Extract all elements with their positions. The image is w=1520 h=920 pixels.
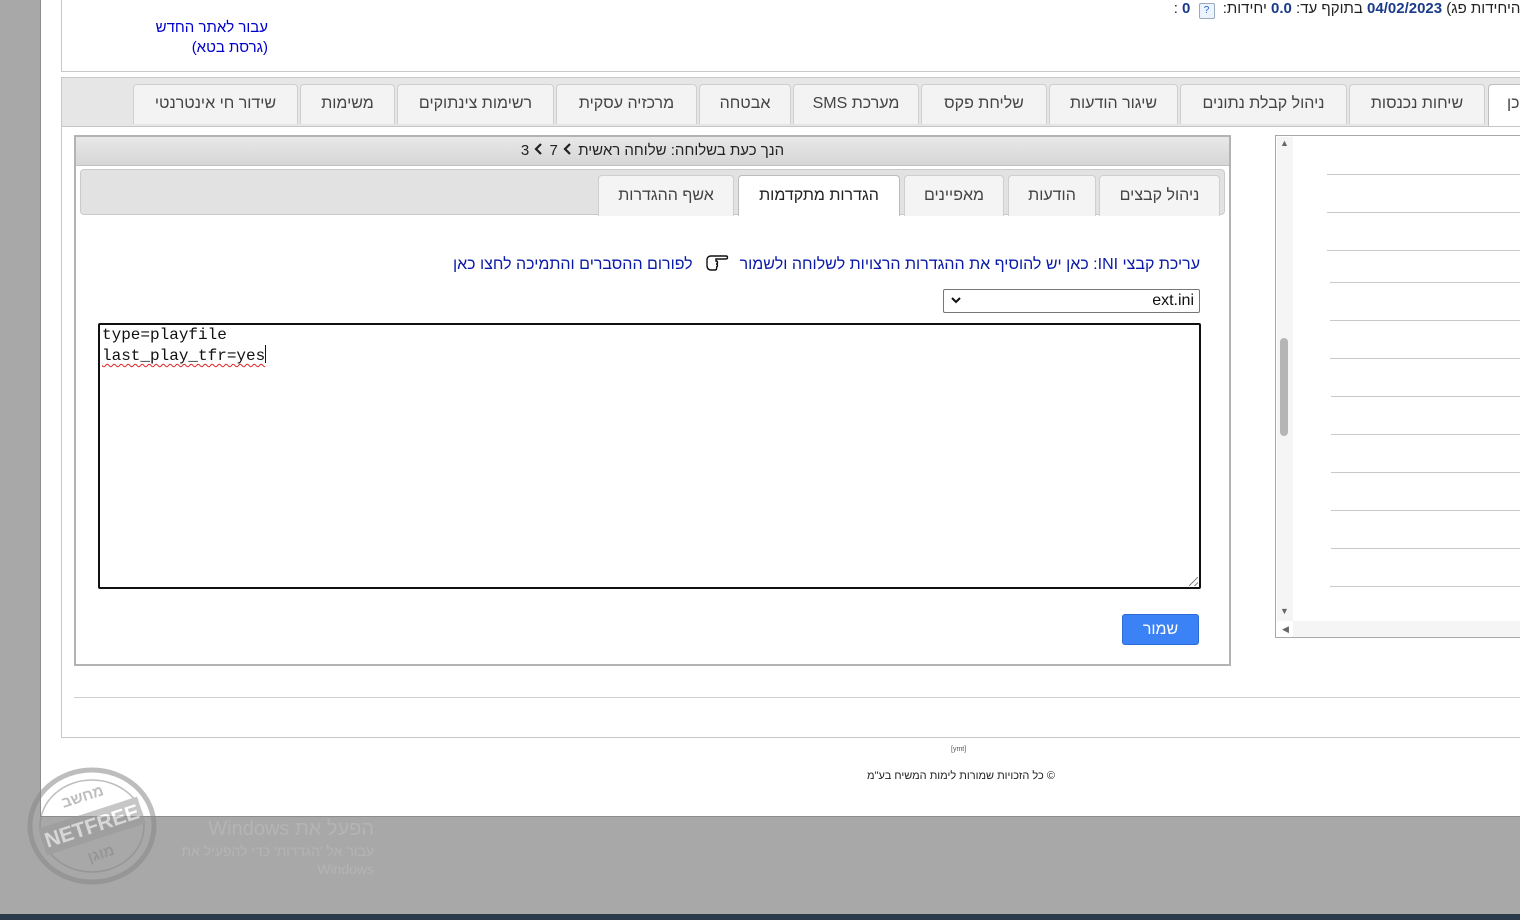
- tab-business-pbx[interactable]: מרכזיה עסקית: [556, 84, 697, 124]
- breadcrumb-part[interactable]: 7: [550, 142, 558, 159]
- question-icon[interactable]: ?: [1198, 3, 1215, 19]
- breadcrumb-part[interactable]: 3: [521, 142, 529, 159]
- extension-panel: הנך כעת בשלוחה: שלוחה ראשית 7 3 אשף ההגד…: [74, 135, 1231, 666]
- tree-row-divider: [1330, 320, 1520, 321]
- ini-line-1: type=playfile: [102, 326, 227, 344]
- ini-line-2-text: last_play_tfr=yes: [102, 347, 266, 365]
- extension-tree-frame[interactable]: ▲ ▼ ◀: [1275, 135, 1520, 638]
- chevron-right-icon: [533, 137, 545, 165]
- balance-value: 0: [1182, 0, 1191, 17]
- tab-settings-wizard[interactable]: אשף ההגדרות: [598, 175, 734, 216]
- divider: [74, 697, 1520, 698]
- tab-live-broadcast[interactable]: שידור חי אינטרנטי: [133, 84, 298, 124]
- stamp-top-text: מחשב: [59, 782, 105, 811]
- tab-security[interactable]: אבטחה: [699, 84, 791, 124]
- tree-row-divider: [1330, 586, 1520, 587]
- tree-row-divider: [1330, 358, 1520, 359]
- extension-title: הנך כעת בשלוחה: שלוחה ראשית: [578, 142, 785, 159]
- scrollbar-thumb[interactable]: [1280, 338, 1288, 436]
- windows-activation-watermark: הפעל את Windows עבור אל 'הגדרות' כדי להפ…: [160, 816, 374, 878]
- ymt-mark: [ymt]: [951, 746, 967, 753]
- sub-tab-bar: אשף ההגדרות הגדרות מתקדמות מאפיינים הודע…: [80, 169, 1225, 216]
- tab-current[interactable]: מכן: [1488, 84, 1520, 126]
- horizontal-scrollbar[interactable]: [1293, 621, 1520, 637]
- chevron-right-icon: [562, 137, 574, 165]
- scroll-down-icon[interactable]: ▼: [1280, 606, 1289, 616]
- units-value: 0.0: [1271, 0, 1292, 17]
- header: (תוקף היחידות פג) 04/02/2023 בתוקף עד: 0…: [61, 0, 1520, 72]
- tree-row-divider: [1327, 250, 1520, 251]
- activation-title: הפעל את Windows: [208, 818, 374, 840]
- units-status: (תוקף היחידות פג) 04/02/2023 בתוקף עד: 0…: [1174, 0, 1520, 19]
- tab-fax[interactable]: שליחת פקס: [921, 84, 1047, 124]
- netfree-stamp: מחשב NETFREE מוגן: [22, 764, 162, 888]
- tree-row-divider: [1331, 548, 1520, 549]
- ini-instructions: עריכת קבצי INI: כאן יש להוסיף את ההגדרות…: [739, 256, 1200, 274]
- tab-messages[interactable]: הודעות: [1008, 175, 1096, 216]
- new-site-link[interactable]: עבור לאתר החדש (גרסת בטא): [138, 18, 268, 58]
- tab-tasks[interactable]: משימות: [300, 84, 395, 124]
- text-caret: [265, 345, 267, 363]
- tree-row-divider: [1331, 510, 1520, 511]
- tab-incoming-calls[interactable]: שיחות נכנסות: [1349, 84, 1485, 124]
- ini-editor[interactable]: type=playfile last_play_tfr=yes: [98, 323, 1201, 589]
- forum-link[interactable]: לפורום ההסברים והתמיכה לחצו כאן: [453, 256, 693, 273]
- chevron-down-icon: [950, 291, 962, 312]
- ini-line-2: last_play_tfr=yes: [102, 345, 267, 365]
- resize-handle[interactable]: [1189, 577, 1198, 586]
- ini-info-line: עריכת קבצי INI: כאן יש להוסיף את ההגדרות…: [453, 252, 1200, 278]
- tab-properties[interactable]: מאפיינים: [904, 175, 1004, 216]
- stamp-bottom-text: מוגן: [86, 842, 117, 867]
- tab-data-collection[interactable]: ניהול קבלת נתונים: [1180, 84, 1347, 124]
- main-content: שידור חי אינטרנטי משימות רשימות צינתוקים…: [61, 77, 1520, 738]
- tree-row-divider: [1330, 282, 1520, 283]
- tree-row-divider: [1327, 174, 1520, 175]
- top-tab-bar: שידור חי אינטרנטי משימות רשימות צינתוקים…: [62, 78, 1520, 127]
- units-expiry-note: (תוקף היחידות פג): [1446, 0, 1520, 17]
- ini-file-select-value: ext.ini: [1152, 292, 1194, 309]
- tab-sms[interactable]: מערכת SMS: [793, 84, 919, 124]
- extension-breadcrumb: הנך כעת בשלוחה: שלוחה ראשית 7 3: [76, 137, 1229, 166]
- save-button[interactable]: שמור: [1122, 614, 1199, 645]
- tree-row-divider: [1331, 396, 1520, 397]
- activation-subtitle: עבור אל 'הגדרות' כדי להפעיל את Windows: [181, 843, 374, 877]
- page: (תוקף היחידות פג) 04/02/2023 בתוקף עד: 0…: [40, 0, 1520, 817]
- units-valid-label: בתוקף עד:: [1296, 0, 1363, 17]
- ini-line-1-text: type=playfile: [102, 326, 227, 344]
- tab-message-dispatch[interactable]: שיגור הודעות: [1049, 84, 1178, 124]
- tree-row-divider: [1331, 472, 1520, 473]
- tree-row-divider: [1327, 212, 1520, 213]
- beta-version-text[interactable]: (גרסת בטא): [138, 38, 268, 58]
- tab-file-management[interactable]: ניהול קבצים: [1099, 175, 1220, 216]
- ini-file-select[interactable]: ext.ini: [943, 289, 1200, 313]
- units-label: יחידות:: [1222, 0, 1267, 17]
- stamp-mid-text: NETFREE: [42, 800, 142, 852]
- tab-advanced-settings[interactable]: הגדרות מתקדמות: [738, 175, 900, 216]
- pointing-hand-icon: [703, 249, 729, 275]
- new-site-link-text[interactable]: עבור לאתר החדש: [138, 18, 268, 38]
- copyright: © כל הזכויות שמורות לימות המשיח בע"מ: [867, 770, 1055, 782]
- taskbar-edge: [0, 914, 1520, 920]
- tab-ping-lists[interactable]: רשימות צינתוקים: [397, 84, 554, 124]
- scroll-up-icon[interactable]: ▲: [1280, 138, 1289, 148]
- tree-row-divider: [1331, 434, 1520, 435]
- scroll-left-icon[interactable]: ◀: [1282, 624, 1289, 635]
- units-valid-date: 04/02/2023: [1367, 0, 1443, 17]
